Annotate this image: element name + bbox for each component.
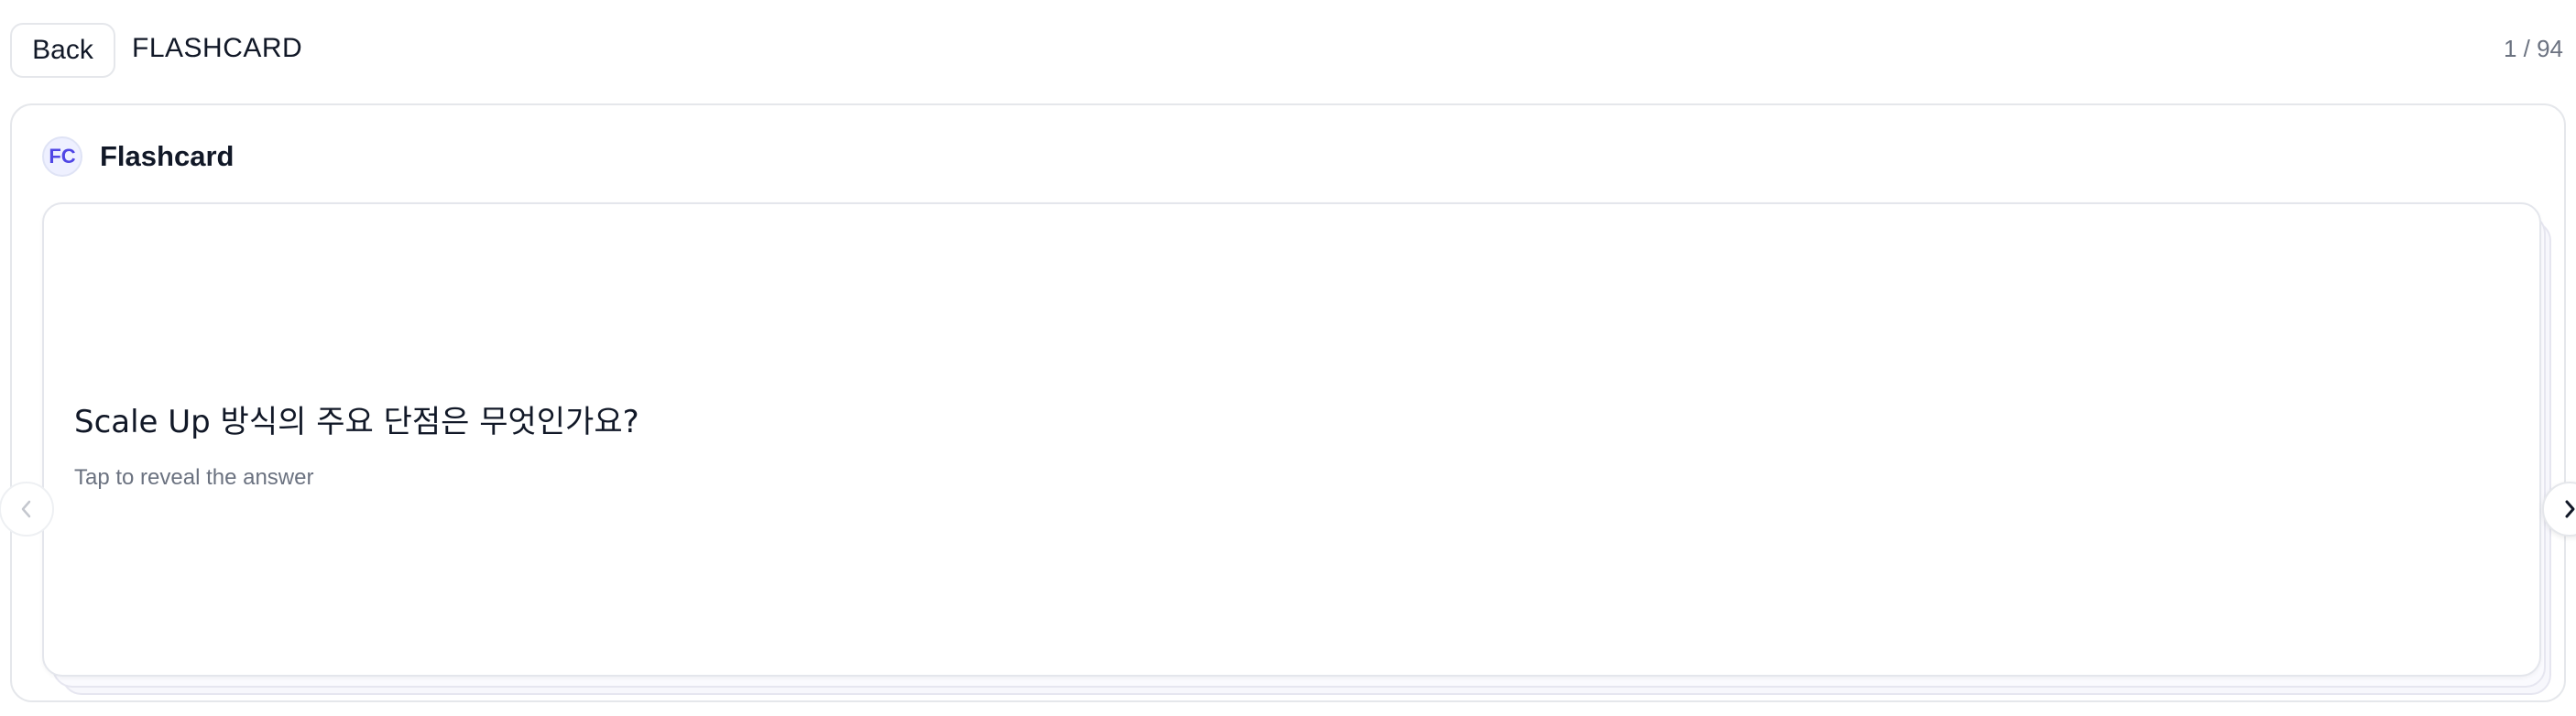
deck-avatar: FC bbox=[42, 136, 82, 177]
flashcard[interactable]: Scale Up 방식의 주요 단점은 무엇인가요? Tap to reveal… bbox=[42, 202, 2541, 677]
deck-title: Flashcard bbox=[100, 140, 235, 172]
page-title: FLASHCARD bbox=[132, 33, 303, 63]
card-counter: 1 / 94 bbox=[2503, 35, 2563, 62]
card-question: Scale Up 방식의 주요 단점은 무엇인가요? bbox=[74, 404, 639, 440]
back-button[interactable]: Back bbox=[10, 23, 115, 78]
top-bar: Back FLASHCARD 1 / 94 bbox=[0, 0, 2576, 103]
deck-header: FC Flashcard bbox=[42, 136, 234, 178]
chevron-left-icon bbox=[17, 498, 36, 520]
chevron-right-icon bbox=[2560, 498, 2576, 520]
flashcard-panel: FC Flashcard Scale Up 방식의 주요 단점은 무엇인가요? … bbox=[0, 103, 2576, 702]
card-hint: Tap to reveal the answer bbox=[74, 465, 314, 490]
flashcard-page: Back FLASHCARD 1 / 94 FC Flashcard Scale… bbox=[0, 0, 2576, 716]
previous-card-button[interactable] bbox=[0, 482, 54, 537]
